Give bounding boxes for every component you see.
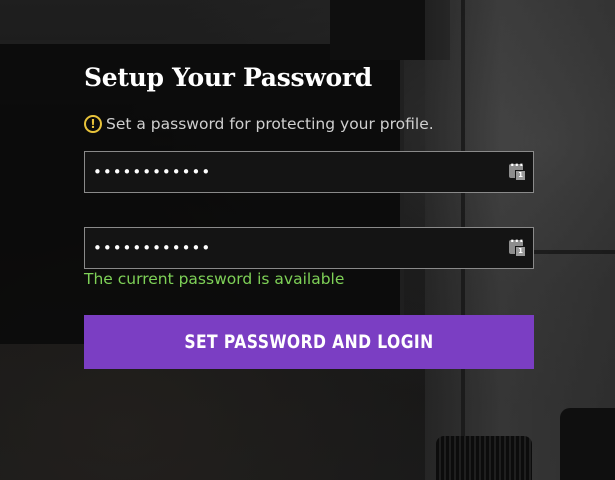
password-manager-badge: 1: [515, 170, 526, 181]
password-manager-icon[interactable]: 1: [509, 234, 526, 257]
hint-message: ! Set a password for protecting your pro…: [84, 115, 534, 133]
hint-text: Set a password for protecting your profi…: [106, 115, 434, 133]
page-title: Setup Your Password: [84, 63, 372, 92]
password-status-message: The current password is available: [84, 270, 345, 288]
password-manager-icon[interactable]: 1: [509, 158, 526, 181]
set-password-login-button[interactable]: SET PASSWORD AND LOGIN: [84, 315, 534, 369]
password-field-container: 1: [84, 151, 534, 193]
set-password-login-label: SET PASSWORD AND LOGIN: [184, 331, 434, 353]
password-manager-badge: 1: [515, 246, 526, 257]
password-setup-form: Setup Your Password ! Set a password for…: [84, 58, 534, 369]
confirm-password-field[interactable]: [85, 228, 533, 268]
warning-circle-icon: !: [84, 115, 102, 133]
password-field[interactable]: [85, 152, 533, 192]
confirm-password-field-container: 1: [84, 227, 534, 269]
